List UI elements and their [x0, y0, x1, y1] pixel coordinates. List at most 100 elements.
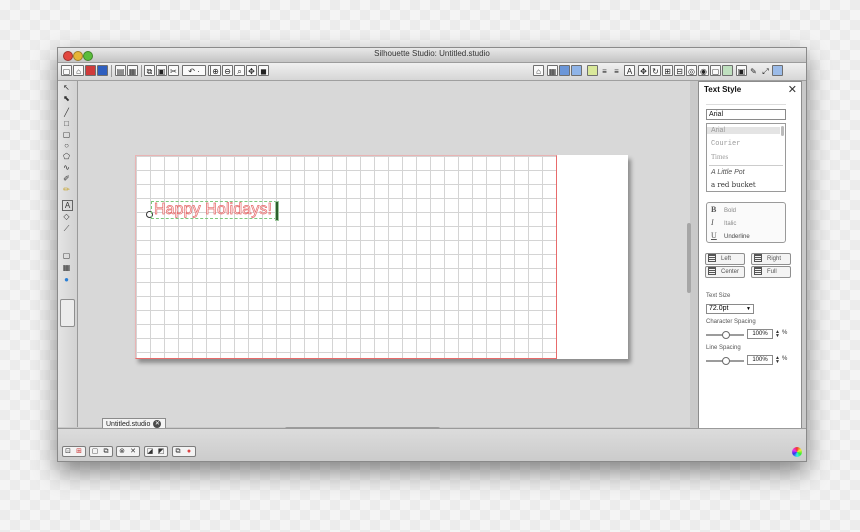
pencil-tool-icon[interactable]: ✏ — [61, 185, 72, 195]
release-compound-icon[interactable]: ⧉ — [102, 448, 110, 456]
registration-icon[interactable] — [571, 65, 582, 76]
print-icon[interactable]: ▤ — [115, 65, 126, 76]
character-spacing-stepper[interactable]: ▲ ▼ — [775, 330, 780, 339]
cut-icon[interactable]: ✂ — [168, 65, 179, 76]
zoom-select-icon[interactable]: ⌕ — [234, 65, 245, 76]
align-full-button[interactable]: Full — [751, 266, 791, 278]
cut-settings-icon[interactable] — [559, 65, 570, 76]
move-icon[interactable]: ⊟ — [674, 65, 685, 76]
group-tools: ⊡ ⊞ — [62, 446, 86, 457]
fullscreen-icon[interactable]: ⤢ — [760, 65, 771, 76]
slider-thumb[interactable] — [722, 357, 730, 365]
zoom-out-icon[interactable]: ⊖ — [222, 65, 233, 76]
font-list-scrollbar[interactable] — [781, 126, 784, 136]
pan-icon[interactable]: ✥ — [246, 65, 257, 76]
knife-tool-icon[interactable]: ⟋ — [61, 224, 72, 234]
fill-color-icon[interactable] — [587, 65, 598, 76]
pen-icon[interactable]: ✎ — [748, 65, 759, 76]
store-icon[interactable]: ▣ — [736, 65, 747, 76]
ungroup-icon[interactable]: ⊞ — [75, 448, 83, 456]
zoom-in-icon[interactable]: ⊕ — [210, 65, 221, 76]
slider-thumb[interactable] — [722, 331, 730, 339]
align-right-button[interactable]: Right — [751, 253, 791, 265]
divider — [709, 165, 783, 166]
bring-forward-icon[interactable]: ◪ — [146, 448, 154, 456]
group-icon[interactable]: ⊡ — [64, 448, 72, 456]
trace-icon[interactable]: ▢ — [710, 65, 721, 76]
eraser-tool-icon[interactable]: ◇ — [61, 212, 72, 222]
font-item-a-little-pot[interactable]: A Little Pot — [711, 169, 745, 176]
paste-icon[interactable]: ▣ — [156, 65, 167, 76]
align-center-button[interactable]: Center — [705, 266, 745, 278]
color-wheel-icon[interactable] — [792, 447, 802, 457]
text-style-icon[interactable]: A — [624, 65, 635, 76]
font-item-courier[interactable]: Courier — [711, 140, 740, 148]
save-icon[interactable] — [85, 65, 96, 76]
ellipse-tool-icon[interactable]: ○ — [61, 141, 72, 151]
duplicate-icon[interactable]: ⧉ — [174, 448, 182, 456]
polygon-tool-icon[interactable]: ⬠ — [61, 152, 72, 162]
mat-grid — [135, 155, 557, 359]
line-style-icon[interactable]: ≡ — [611, 65, 622, 76]
library-icon[interactable] — [772, 65, 783, 76]
text-object[interactable]: Happy Holidays! — [151, 201, 279, 221]
line-spacing-stepper[interactable]: ▲ ▼ — [775, 356, 780, 365]
scale-icon[interactable]: ⊞ — [662, 65, 673, 76]
curve-tool-icon[interactable]: ∿ — [61, 163, 72, 173]
new-document-icon[interactable]: ▢ — [61, 65, 72, 76]
font-item-times[interactable]: Times — [711, 153, 728, 161]
page-view-icon[interactable]: ▢ — [61, 251, 72, 261]
offset-icon[interactable]: ◉ — [698, 65, 709, 76]
freehand-tool-icon[interactable]: ✐ — [61, 174, 72, 184]
record-icon[interactable]: ● — [185, 448, 193, 456]
replicate-icon[interactable]: ◎ — [686, 65, 697, 76]
line-spacing-slider[interactable] — [706, 357, 744, 365]
page-setup-icon[interactable]: ⌂ — [533, 65, 544, 76]
edit-points-icon[interactable]: ⬉ — [61, 94, 72, 104]
fit-to-page-icon[interactable]: ◼ — [258, 65, 269, 76]
align-left-button[interactable]: Left — [705, 253, 745, 265]
line-tool-icon[interactable]: ╱ — [61, 108, 72, 118]
select-tool-icon[interactable]: ↖ — [61, 83, 72, 93]
rectangle-tool-icon[interactable]: □ — [61, 119, 72, 129]
delete-icon[interactable]: ✕ — [129, 448, 137, 456]
font-name-input[interactable]: Arial — [706, 109, 786, 120]
close-tab-icon[interactable]: ✕ — [153, 420, 162, 429]
italic-option[interactable]: I Italic — [711, 218, 736, 227]
text-object-content[interactable]: Happy Holidays! — [154, 201, 273, 219]
make-compound-icon[interactable]: ▢ — [91, 448, 99, 456]
send-to-cutter-icon[interactable]: ▦ — [127, 65, 138, 76]
underline-option[interactable]: U Underline — [711, 231, 750, 240]
rotate-icon[interactable]: ↻ — [650, 65, 661, 76]
toolbar-divider — [111, 65, 112, 77]
cut-style-icon[interactable] — [722, 65, 733, 76]
copy-icon[interactable]: ⧉ — [144, 65, 155, 76]
character-spacing-input[interactable]: 100% — [747, 329, 773, 339]
save-library-icon[interactable] — [97, 65, 108, 76]
grid-icon[interactable]: ▦ — [547, 65, 558, 76]
canvas-area[interactable]: Happy Holidays! Untitled.studio ✕ — [78, 81, 690, 431]
zoom-slider-group[interactable] — [60, 299, 75, 327]
font-list[interactable]: Arial Courier Times A Little Pot a red b… — [706, 123, 786, 192]
open-icon[interactable]: ⌂ — [73, 65, 84, 76]
window-title: Silhouette Studio: Untitled.studio — [374, 49, 490, 58]
text-tool-icon[interactable]: A — [62, 200, 73, 211]
font-item-arial[interactable]: Arial — [707, 127, 780, 134]
font-item-a-red-bucket[interactable]: a red bucket — [711, 181, 756, 189]
library-view-icon[interactable]: ▦ — [61, 263, 72, 273]
close-icon[interactable]: ✕ — [788, 83, 797, 96]
bold-option[interactable]: B Bold — [711, 205, 736, 214]
weld-icon[interactable]: ⊗ — [118, 448, 126, 456]
transform-icon[interactable]: ✥ — [638, 65, 649, 76]
text-size-select[interactable]: 72.0pt ▼ — [706, 304, 754, 314]
rounded-rect-tool-icon[interactable]: ▢ — [61, 130, 72, 140]
vertical-scrollbar[interactable] — [687, 223, 691, 293]
character-spacing-slider[interactable] — [706, 331, 744, 339]
weld-tools: ⊗ ✕ — [116, 446, 140, 457]
online-store-icon[interactable]: ● — [61, 275, 72, 285]
text-style-panel: Text Style ✕ Arial Arial Courier Times A… — [698, 81, 802, 438]
line-color-icon[interactable]: ≡ — [599, 65, 610, 76]
undo-icon[interactable]: ↶ · — [182, 65, 206, 76]
send-backward-icon[interactable]: ◩ — [157, 448, 165, 456]
line-spacing-input[interactable]: 100% — [747, 355, 773, 365]
